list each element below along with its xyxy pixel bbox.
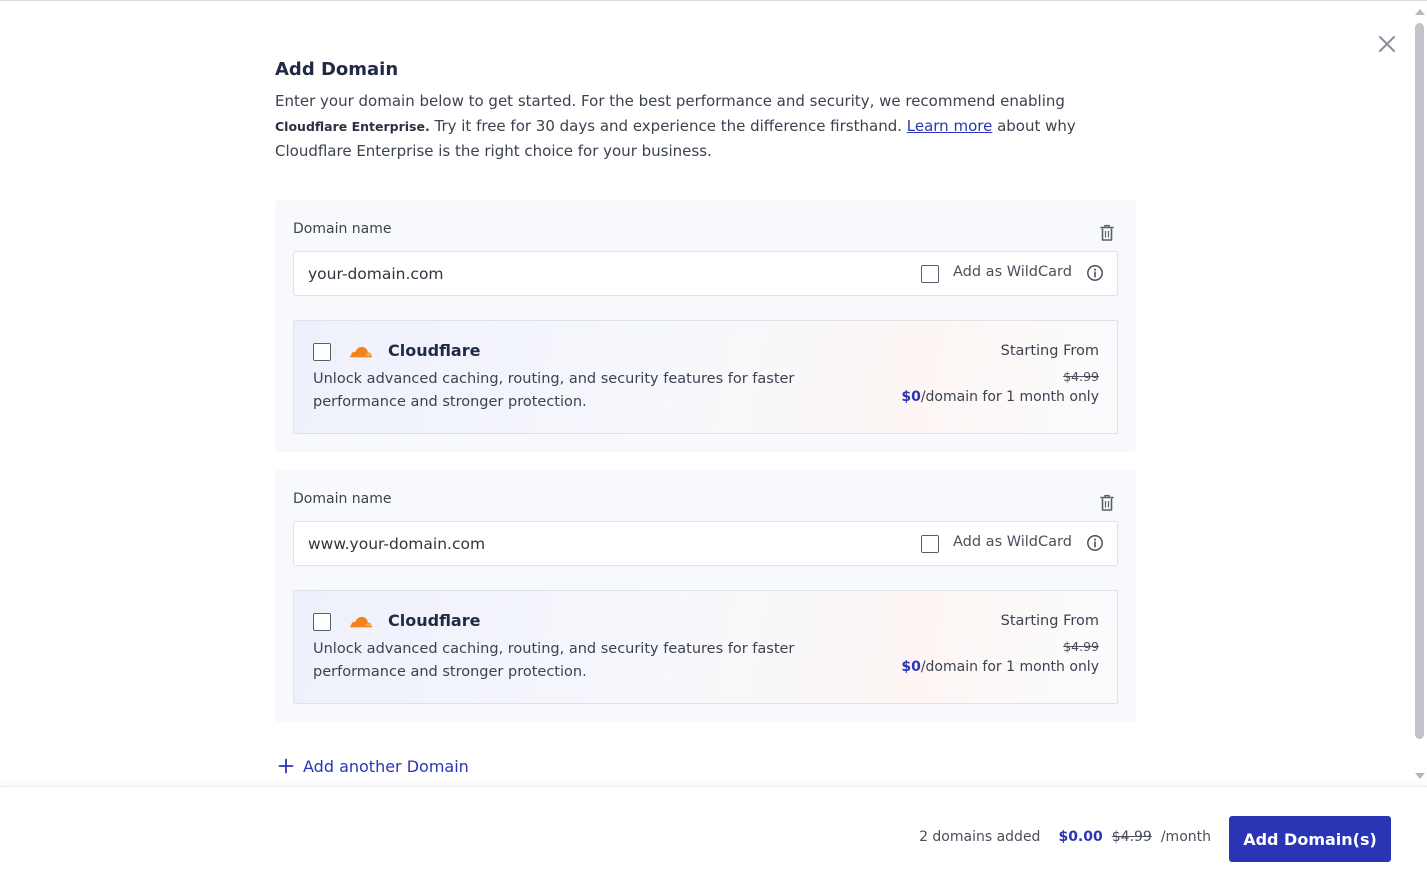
- close-icon[interactable]: [1374, 31, 1400, 57]
- domain-card: Domain name Add as WildCard Cloudflare U…: [275, 200, 1136, 452]
- old-price: $4.99: [1063, 369, 1099, 384]
- dialog-footer: 2 domains added $0.00 $4.99 /month Add D…: [0, 786, 1427, 888]
- old-total-price: $4.99: [1111, 829, 1152, 845]
- add-domains-button[interactable]: Add Domain(s): [1229, 816, 1391, 862]
- price-title: Starting From: [1000, 613, 1099, 629]
- trash-icon[interactable]: [1099, 494, 1115, 512]
- domains-count: 2 domains added: [919, 829, 1041, 845]
- scroll-up-arrow-icon[interactable]: [1415, 9, 1425, 15]
- cloudflare-checkbox[interactable]: [313, 343, 331, 361]
- price-suffix: /domain for 1 month only: [920, 389, 1099, 405]
- learn-more-link[interactable]: Learn more: [907, 117, 993, 135]
- price-period: /month: [1160, 829, 1211, 845]
- new-price: $0: [901, 659, 921, 675]
- cloudflare-checkbox[interactable]: [313, 613, 331, 631]
- price-suffix: /domain for 1 month only: [920, 659, 1099, 675]
- cloudflare-name: Cloudflare: [388, 341, 481, 360]
- cloudflare-name: Cloudflare: [388, 611, 481, 630]
- info-icon[interactable]: [1086, 534, 1104, 552]
- price-block: Starting From $4.99 $0/domain for 1 mont…: [839, 613, 1099, 675]
- intro-brand: Cloudflare Enterprise.: [275, 119, 430, 134]
- info-icon[interactable]: [1086, 264, 1104, 282]
- price-block: Starting From $4.99 $0/domain for 1 mont…: [839, 343, 1099, 405]
- intro-text-part: Enter your domain below to get started. …: [275, 92, 1065, 110]
- price-line: $0/domain for 1 month only: [839, 389, 1099, 405]
- domain-card: Domain name Add as WildCard Cloudflare U…: [275, 470, 1136, 722]
- cloudflare-option: Cloudflare Unlock advanced caching, rout…: [293, 590, 1118, 704]
- page-title: Add Domain: [275, 59, 399, 80]
- wildcard-checkbox[interactable]: [921, 535, 939, 553]
- price-title: Starting From: [1000, 343, 1099, 359]
- old-price: $4.99: [1063, 639, 1099, 654]
- total-price: $0.00: [1058, 829, 1103, 845]
- domain-name-label: Domain name: [293, 491, 392, 507]
- domain-input-wrapper: Add as WildCard: [293, 251, 1118, 296]
- plus-icon: [278, 758, 294, 774]
- wildcard-checkbox[interactable]: [921, 265, 939, 283]
- wildcard-label: Add as WildCard: [953, 534, 1072, 550]
- cloudflare-logo-icon: [348, 344, 374, 358]
- intro-text-part: Try it free for 30 days and experience t…: [429, 117, 907, 135]
- scrollbar[interactable]: [1412, 1, 1427, 786]
- trash-icon[interactable]: [1099, 224, 1115, 242]
- wildcard-label: Add as WildCard: [953, 264, 1072, 280]
- domain-input[interactable]: [294, 252, 894, 295]
- domain-input[interactable]: [294, 522, 894, 565]
- dialog-scroll-area: Add Domain Enter your domain below to ge…: [0, 1, 1412, 786]
- add-another-domain-button[interactable]: Add another Domain: [278, 754, 469, 778]
- scroll-down-arrow-icon[interactable]: [1415, 773, 1425, 779]
- intro-text: Enter your domain below to get started. …: [275, 89, 1135, 164]
- order-summary: 2 domains added $0.00 $4.99 /month: [919, 829, 1211, 845]
- domain-input-wrapper: Add as WildCard: [293, 521, 1118, 566]
- price-line: $0/domain for 1 month only: [839, 659, 1099, 675]
- cloudflare-option: Cloudflare Unlock advanced caching, rout…: [293, 320, 1118, 434]
- cloudflare-description: Unlock advanced caching, routing, and se…: [313, 641, 795, 680]
- cloudflare-description: Unlock advanced caching, routing, and se…: [313, 371, 795, 410]
- scrollbar-thumb[interactable]: [1415, 23, 1424, 739]
- cloudflare-logo-icon: [348, 614, 374, 628]
- new-price: $0: [901, 389, 921, 405]
- add-another-domain-label: Add another Domain: [303, 756, 469, 776]
- domain-name-label: Domain name: [293, 221, 392, 237]
